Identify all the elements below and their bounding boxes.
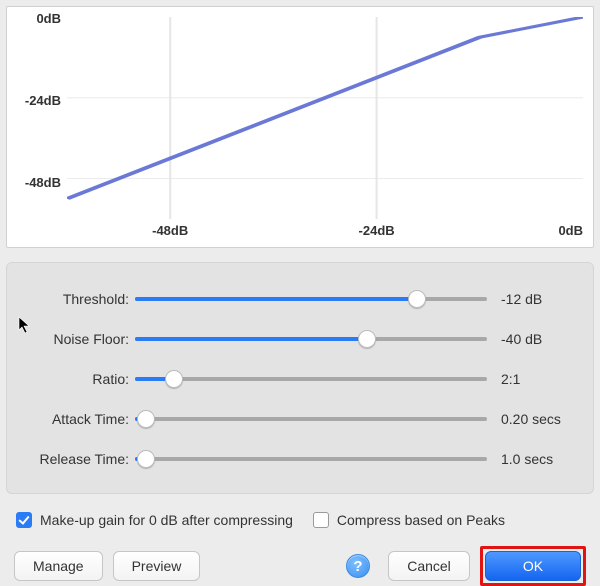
compress-peaks-label: Compress based on Peaks xyxy=(337,512,505,528)
attack-time-slider[interactable] xyxy=(135,409,487,429)
threshold-slider[interactable] xyxy=(135,289,487,309)
threshold-label: Threshold: xyxy=(25,291,135,307)
ratio-row: Ratio: 2:1 xyxy=(25,361,575,397)
y-tick-0: 0dB xyxy=(13,11,61,26)
ok-highlight: OK xyxy=(480,546,586,586)
compress-peaks-checkbox[interactable]: Compress based on Peaks xyxy=(313,512,505,528)
release-time-value: 1.0 secs xyxy=(487,451,575,467)
manage-button[interactable]: Manage xyxy=(14,551,103,581)
checkbox-icon xyxy=(16,512,32,528)
attack-time-label: Attack Time: xyxy=(25,411,135,427)
noise-floor-label: Noise Floor: xyxy=(25,331,135,347)
slider-thumb[interactable] xyxy=(165,370,183,388)
ok-button[interactable]: OK xyxy=(485,551,581,581)
slider-thumb[interactable] xyxy=(408,290,426,308)
cancel-button[interactable]: Cancel xyxy=(388,551,470,581)
slider-thumb[interactable] xyxy=(137,410,155,428)
graph-plot xyxy=(67,17,583,219)
release-time-slider[interactable] xyxy=(135,449,487,469)
y-tick-1: -24dB xyxy=(13,93,61,108)
help-button[interactable]: ? xyxy=(346,554,370,578)
x-tick-1: -24dB xyxy=(359,223,395,238)
attack-time-row: Attack Time: 0.20 secs xyxy=(25,401,575,437)
makeup-gain-checkbox[interactable]: Make-up gain for 0 dB after compressing xyxy=(16,512,293,528)
ratio-value: 2:1 xyxy=(487,371,575,387)
preview-button[interactable]: Preview xyxy=(113,551,201,581)
attack-time-value: 0.20 secs xyxy=(487,411,575,427)
threshold-value: -12 dB xyxy=(487,291,575,307)
noise-floor-row: Noise Floor: -40 dB xyxy=(25,321,575,357)
slider-panel: Threshold: -12 dB Noise Floor: -40 dB xyxy=(6,262,594,494)
x-tick-2: 0dB xyxy=(558,223,583,238)
noise-floor-value: -40 dB xyxy=(487,331,575,347)
threshold-row: Threshold: -12 dB xyxy=(25,281,575,317)
checkbox-icon xyxy=(313,512,329,528)
slider-thumb[interactable] xyxy=(358,330,376,348)
release-time-row: Release Time: 1.0 secs xyxy=(25,441,575,477)
ratio-label: Ratio: xyxy=(25,371,135,387)
makeup-gain-label: Make-up gain for 0 dB after compressing xyxy=(40,512,293,528)
x-tick-0: -48dB xyxy=(152,223,188,238)
ratio-slider[interactable] xyxy=(135,369,487,389)
noise-floor-slider[interactable] xyxy=(135,329,487,349)
compressor-graph: 0dB -24dB -48dB -48dB -24dB 0dB xyxy=(6,6,594,248)
y-tick-2: -48dB xyxy=(13,175,61,190)
release-time-label: Release Time: xyxy=(25,451,135,467)
slider-thumb[interactable] xyxy=(137,450,155,468)
